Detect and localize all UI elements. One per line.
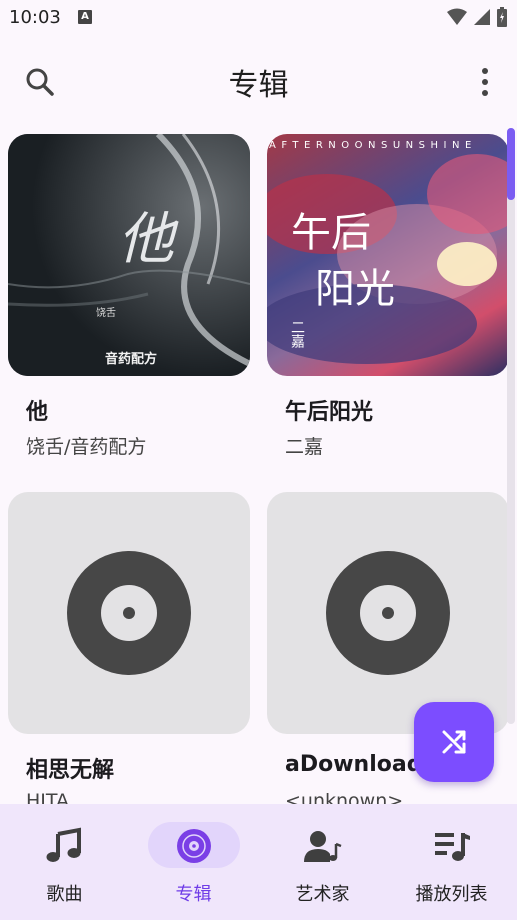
scrollbar-thumb[interactable] — [507, 128, 515, 200]
nav-label: 专辑 — [175, 884, 212, 905]
nav-item-playlists[interactable]: 播放列表 — [387, 804, 516, 920]
nav-item-songs[interactable]: 歌曲 — [0, 804, 129, 920]
app-bar: 专辑 — [0, 44, 517, 116]
album-title: 午后阳光 — [285, 400, 374, 425]
album-icon — [176, 829, 211, 863]
nav-label: 播放列表 — [415, 884, 488, 905]
album-cover: 他 饶舌 音药配方 — [8, 134, 250, 376]
album-card[interactable]: aDownload <unknown> — [267, 492, 509, 804]
shuffle-button[interactable] — [414, 702, 494, 782]
album-title: 他 — [26, 400, 49, 425]
status-indicators — [447, 7, 507, 27]
album-title: 相思无解 — [26, 758, 115, 783]
cover-title-line1: 午后 — [291, 210, 371, 256]
status-bar: 10:03 A — [0, 0, 517, 36]
album-cover-placeholder — [267, 492, 509, 734]
artist-icon — [303, 831, 341, 862]
album-card[interactable]: 相思无解 HITA — [8, 492, 250, 804]
search-icon — [26, 68, 54, 96]
nav-label: 艺术家 — [295, 884, 350, 905]
music-note-icon — [46, 827, 81, 862]
cover-title-text: 他 — [118, 207, 174, 272]
cover-banner-text: AFTERNOONSUNSHINE — [269, 140, 477, 151]
more-vert-icon — [482, 68, 488, 96]
notification-icon: A — [78, 10, 92, 24]
search-button[interactable] — [22, 64, 58, 100]
album-artist: <unknown> — [285, 790, 404, 804]
album-artist: HITA — [26, 790, 70, 804]
signal-icon — [474, 9, 490, 25]
wifi-icon — [447, 8, 467, 25]
nav-item-artists[interactable]: 艺术家 — [258, 804, 387, 920]
cover-artist-text: 饶舌 — [96, 308, 116, 319]
placeholder-disc-icon — [326, 551, 450, 675]
nav-label: 歌曲 — [46, 884, 83, 905]
page-title: 专辑 — [228, 68, 289, 103]
scrollbar[interactable] — [507, 128, 515, 724]
placeholder-disc-icon — [67, 551, 191, 675]
status-time: 10:03 — [9, 7, 61, 28]
more-options-button[interactable] — [470, 64, 500, 100]
album-title: aDownload — [285, 752, 423, 777]
cover-label-text: 音药配方 — [105, 352, 158, 367]
album-cover-placeholder — [8, 492, 250, 734]
cover-title-line2: 阳光 — [315, 266, 395, 312]
cover-artist-text: 二嘉 — [289, 320, 305, 348]
album-artist: 二嘉 — [285, 436, 324, 458]
album-artist: 饶舌/音药配方 — [26, 436, 147, 458]
playlist-icon — [434, 833, 470, 861]
album-card[interactable]: 他 饶舌 音药配方 他 饶舌/音药配方 — [8, 134, 250, 458]
album-cover: AFTERNOONSUNSHINE 午后 阳光 二嘉 — [267, 134, 509, 376]
shuffle-icon — [442, 730, 466, 754]
nav-item-albums[interactable]: 专辑 — [129, 804, 258, 920]
bottom-navigation: 歌曲 专辑 艺术家 播放列表 — [0, 804, 517, 920]
album-card[interactable]: AFTERNOONSUNSHINE 午后 阳光 二嘉 午后阳光 二嘉 — [267, 134, 509, 458]
battery-icon — [497, 7, 507, 27]
